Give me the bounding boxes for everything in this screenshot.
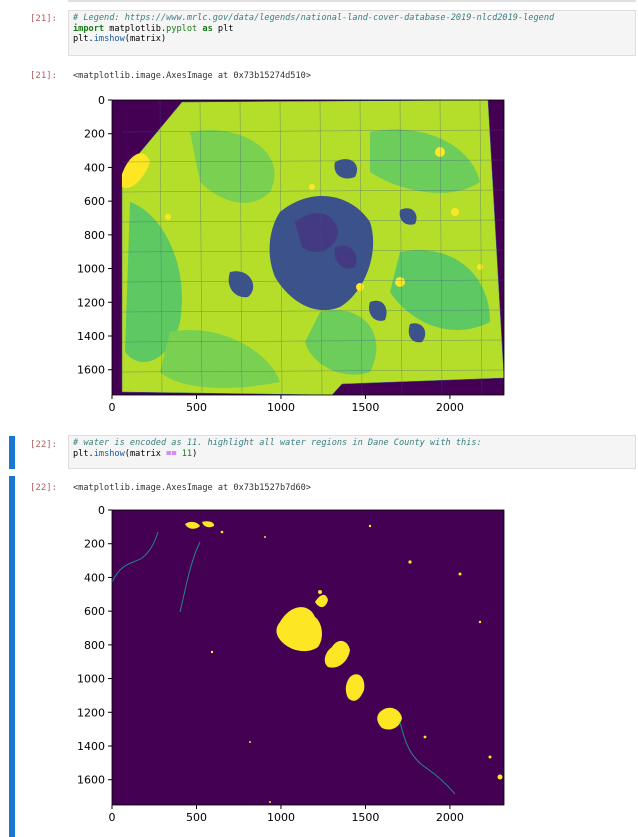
code-token: plt bbox=[73, 448, 89, 459]
y-tick-label: 1000 bbox=[77, 263, 105, 276]
land-cover-plot: 0 500 1000 1500 2000 0 200 400 600 800 1000 1200 140… bbox=[77, 94, 505, 414]
x-tick-label: 2000 bbox=[436, 811, 464, 824]
code-line: plt.imshow(matrix == 11) bbox=[73, 449, 631, 460]
code-token: import bbox=[73, 23, 105, 34]
code-token: (matrix) bbox=[124, 34, 167, 44]
x-tick-label: 500 bbox=[186, 401, 207, 414]
code-line: import matplotlib.pyplot as plt bbox=[73, 24, 631, 35]
y-tick-label: 1200 bbox=[77, 706, 105, 719]
y-tick-label: 200 bbox=[84, 538, 105, 551]
output-text: <matplotlib.image.AxesImage at 0x73b1527… bbox=[73, 483, 311, 493]
water-mask-plot: 0 500 1000 1500 2000 0 200 400 600 800 1000 1200 140… bbox=[77, 504, 505, 824]
y-tick-label: 1400 bbox=[77, 740, 105, 753]
y-tick-label: 600 bbox=[84, 605, 105, 618]
x-tick-label: 0 bbox=[109, 401, 116, 414]
y-tick-label: 800 bbox=[84, 639, 105, 652]
y-tick-label: 400 bbox=[84, 161, 105, 174]
input-prompt: [21]: bbox=[30, 14, 58, 24]
y-tick-label: 200 bbox=[84, 128, 105, 141]
code-token: == bbox=[166, 448, 177, 459]
x-tick-label: 0 bbox=[109, 811, 116, 824]
code-token: pyplot bbox=[166, 23, 198, 34]
y-tick-label: 800 bbox=[84, 229, 105, 242]
output-text: <matplotlib.image.AxesImage at 0x73b1527… bbox=[73, 71, 311, 81]
x-tick-label: 1500 bbox=[351, 401, 379, 414]
code-token: as bbox=[202, 23, 213, 34]
y-tick-label: 1400 bbox=[77, 330, 105, 343]
code-token: 11 bbox=[181, 448, 193, 459]
y-tick-label: 1600 bbox=[77, 364, 105, 377]
x-tick-label: 1000 bbox=[267, 401, 295, 414]
land-cover-image bbox=[121, 100, 504, 395]
output-prompt: [22]: bbox=[30, 483, 58, 493]
x-tick-label: 500 bbox=[186, 811, 207, 824]
y-tick-label: 0 bbox=[98, 94, 105, 107]
output-prompt: [21]: bbox=[30, 71, 58, 81]
input-prompt: [22]: bbox=[30, 440, 58, 450]
y-tick-label: 400 bbox=[84, 571, 105, 584]
code-line: plt.imshow(matrix) bbox=[73, 34, 631, 45]
y-tick-label: 1000 bbox=[77, 673, 105, 686]
code-token: plt bbox=[73, 34, 89, 44]
x-tick-label: 1000 bbox=[267, 811, 295, 824]
code-editor[interactable]: # Legend: https://www.mrlc.gov/data/lege… bbox=[68, 10, 636, 56]
code-token: # Legend: https://www.mrlc.gov/data/lege… bbox=[73, 13, 555, 23]
y-tick-label: 1600 bbox=[77, 774, 105, 787]
code-token: # water is encoded as 11. highlight all … bbox=[73, 438, 482, 448]
y-tick-label: 1200 bbox=[77, 296, 105, 309]
code-token: matplotlib bbox=[104, 23, 161, 34]
code-editor[interactable]: # water is encoded as 11. highlight all … bbox=[68, 435, 636, 469]
code-token: ) bbox=[192, 448, 198, 459]
x-tick-label: 2000 bbox=[436, 401, 464, 414]
code-token: plt bbox=[212, 23, 234, 34]
code-token: imshow bbox=[93, 448, 125, 459]
y-tick-label: 600 bbox=[84, 195, 105, 208]
code-token: imshow bbox=[93, 34, 125, 44]
code-token: (matrix bbox=[124, 448, 167, 459]
code-line: # water is encoded as 11. highlight all … bbox=[73, 438, 631, 449]
axes-background bbox=[112, 510, 504, 805]
x-tick-label: 1500 bbox=[351, 811, 379, 824]
y-tick-label: 0 bbox=[98, 504, 105, 517]
code-line: # Legend: https://www.mrlc.gov/data/lege… bbox=[73, 13, 631, 24]
